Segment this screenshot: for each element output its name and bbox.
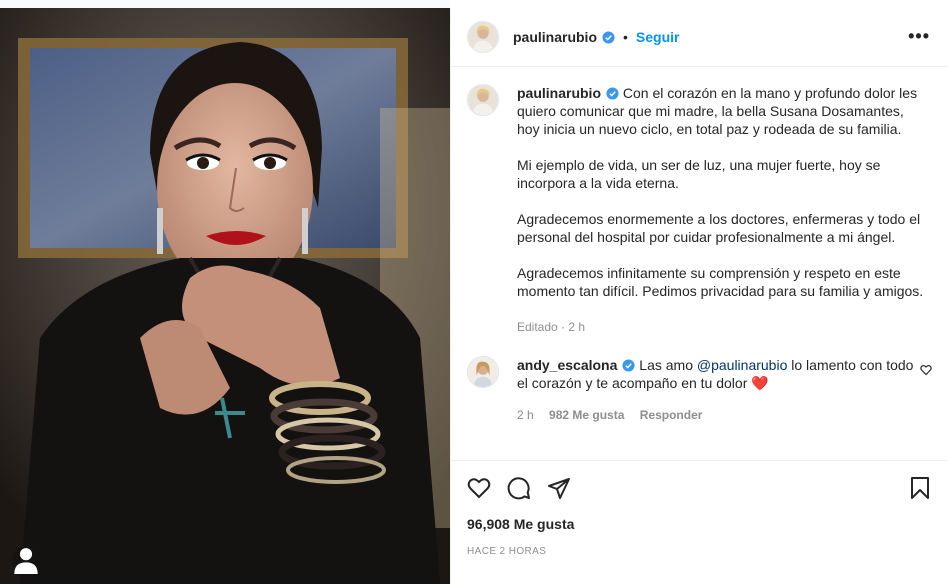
comment-time: 2 h	[517, 408, 534, 422]
separator-dot: •	[623, 29, 628, 45]
comment-icon[interactable]	[507, 476, 531, 500]
author-username[interactable]: paulinarubio	[513, 29, 597, 45]
comment-body: andy_escalona Las amo @paulinarubio lo l…	[517, 356, 917, 424]
commenter-username[interactable]: andy_escalona	[517, 357, 617, 373]
commenter-avatar-image	[468, 357, 498, 387]
caption-meta: Editado · 2 h	[517, 320, 586, 334]
comment-item: andy_escalona Las amo @paulinarubio lo l…	[467, 356, 932, 424]
post-photo[interactable]	[0, 8, 450, 584]
portrait-image	[0, 8, 450, 584]
post-header: paulinarubio • Seguir •••	[451, 8, 948, 67]
comment-like-icon[interactable]	[920, 364, 932, 376]
tag-user-button[interactable]	[12, 546, 40, 574]
like-count[interactable]: 96,908 Me gusta	[467, 516, 932, 532]
caption-paragraph-4: Agradecemos infinitamente su comprensión…	[517, 265, 924, 299]
caption-username[interactable]: paulinarubio	[517, 85, 601, 101]
photo-top-edge	[0, 0, 450, 8]
like-icon[interactable]	[467, 476, 491, 500]
caption-paragraph-2: Mi ejemplo de vida, un ser de luz, una m…	[517, 157, 881, 191]
caption-paragraph-1: paulinarubio Con el corazón en la mano y…	[517, 84, 927, 138]
author-avatar[interactable]	[467, 21, 499, 53]
author-avatar-image	[468, 22, 498, 52]
verified-icon	[622, 359, 635, 372]
verified-icon	[606, 87, 619, 100]
caption: paulinarubio Con el corazón en la mano y…	[467, 84, 932, 336]
follow-button[interactable]: Seguir	[636, 29, 680, 45]
comment-mention-link[interactable]: @paulinarubio	[697, 357, 788, 373]
browser-top-strip	[0, 0, 948, 8]
tag-user-icon	[14, 548, 38, 574]
reply-button[interactable]: Responder	[640, 408, 703, 422]
save-icon[interactable]	[908, 476, 932, 500]
commenter-avatar[interactable]	[467, 356, 499, 388]
comment-text-before: Las amo	[639, 357, 697, 373]
post-panel: paulinarubio • Seguir ••• paulinarubio C…	[450, 8, 948, 584]
caption-paragraph-3: Agradecemos enormemente a los doctores, …	[517, 211, 921, 245]
caption-body: paulinarubio Con el corazón en la mano y…	[517, 84, 927, 336]
heart-emoji: ❤️	[751, 375, 769, 391]
comment-meta: 2 h 982 Me gusta Responder	[517, 406, 917, 424]
share-icon[interactable]	[547, 476, 571, 500]
action-icons	[467, 475, 932, 501]
post-actions: 96,908 Me gusta HACE 2 HORAS	[451, 460, 948, 584]
comment-likes[interactable]: 982 Me gusta	[549, 408, 624, 422]
more-options-button[interactable]: •••	[908, 27, 930, 45]
caption-avatar[interactable]	[467, 84, 499, 116]
verified-icon	[602, 30, 615, 44]
comments-section: paulinarubio Con el corazón en la mano y…	[451, 68, 948, 460]
comment-text-line: andy_escalona Las amo @paulinarubio lo l…	[517, 356, 917, 392]
caption-avatar-image	[468, 85, 498, 115]
post-timestamp[interactable]: HACE 2 HORAS	[467, 546, 932, 557]
